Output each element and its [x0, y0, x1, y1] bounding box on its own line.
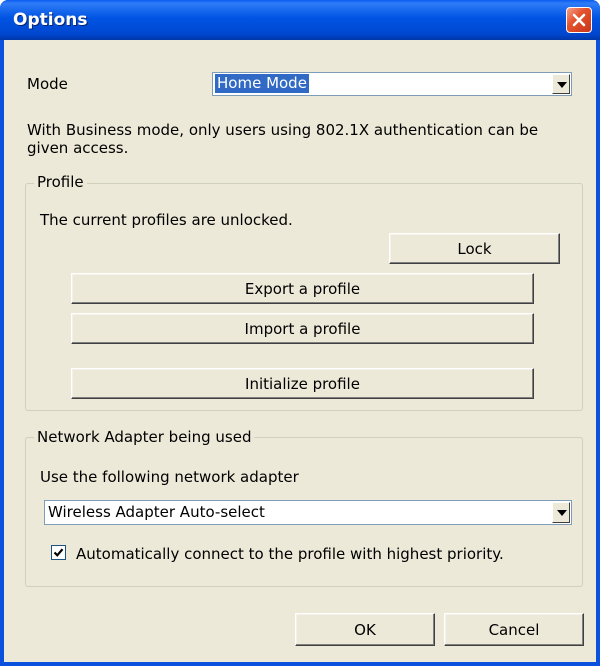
- chevron-down-icon: [557, 82, 567, 88]
- profile-status-text: The current profiles are unlocked.: [40, 211, 293, 229]
- mode-dropdown-value: Home Mode: [215, 74, 309, 93]
- auto-connect-checkbox[interactable]: [51, 545, 66, 560]
- mode-note-line2: given access.: [27, 139, 129, 157]
- export-profile-button[interactable]: Export a profile: [71, 273, 534, 304]
- mode-dropdown[interactable]: Home Mode: [212, 72, 572, 96]
- dialog-body: Mode Home Mode With Business mode, only …: [4, 40, 596, 662]
- window-title: Options: [13, 10, 88, 30]
- import-profile-button[interactable]: Import a profile: [71, 313, 534, 344]
- network-adapter-dropdown[interactable]: Wireless Adapter Auto-select: [44, 500, 572, 525]
- network-adapter-dropdown-value: Wireless Adapter Auto-select: [48, 503, 265, 521]
- chevron-down-icon: [557, 510, 567, 516]
- cancel-button[interactable]: Cancel: [444, 613, 584, 646]
- auto-connect-label[interactable]: Automatically connect to the profile wit…: [76, 545, 504, 563]
- title-bar[interactable]: Options: [0, 0, 600, 40]
- lock-button[interactable]: Lock: [389, 233, 560, 264]
- profile-group-title: Profile: [34, 173, 87, 191]
- mode-label: Mode: [27, 75, 68, 93]
- options-dialog: Options Mode Home Mode With Business mod…: [0, 0, 600, 666]
- network-adapter-dropdown-button[interactable]: [552, 502, 570, 523]
- ok-button[interactable]: OK: [295, 613, 435, 646]
- initialize-profile-button[interactable]: Initialize profile: [71, 368, 534, 399]
- close-button[interactable]: [566, 7, 592, 33]
- mode-dropdown-button[interactable]: [552, 74, 570, 94]
- network-adapter-group-title: Network Adapter being used: [34, 428, 255, 446]
- mode-note-line1: With Business mode, only users using 802…: [27, 121, 539, 139]
- adapter-use-label: Use the following network adapter: [40, 468, 299, 486]
